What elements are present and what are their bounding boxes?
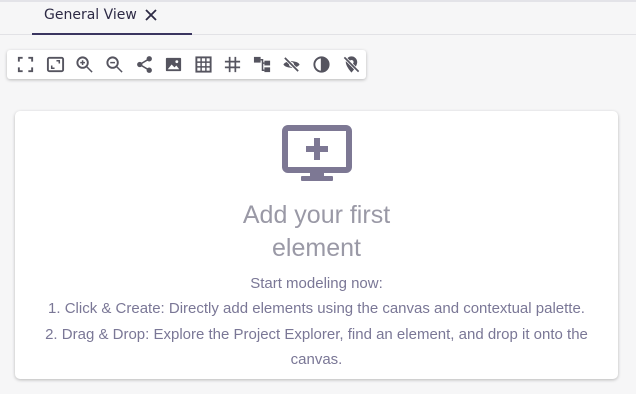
- snap-grid-icon[interactable]: [218, 50, 248, 79]
- fit-selection-icon[interactable]: [41, 50, 71, 79]
- empty-state-card: Add your first element Start modeling no…: [15, 111, 618, 379]
- hide-icon[interactable]: [277, 50, 307, 79]
- tab-general-view[interactable]: General View: [32, 0, 192, 35]
- step-drag-drop-continued: canvas.: [290, 351, 343, 368]
- tree-layout-icon[interactable]: [248, 50, 278, 79]
- close-icon[interactable]: [142, 6, 160, 24]
- active-tab-indicator: [32, 33, 192, 35]
- fit-screen-icon[interactable]: [11, 50, 41, 79]
- title-line-1: Add your first: [242, 201, 391, 229]
- step-drag-drop: 2. Drag & Drop: Explore the Project Expl…: [45, 326, 588, 343]
- contrast-icon[interactable]: [307, 50, 337, 79]
- title-line-2: element: [272, 234, 361, 262]
- tab-bar: General View: [0, 0, 636, 35]
- empty-state-subtitle: Start modeling now:: [250, 275, 383, 292]
- grid-icon[interactable]: [188, 50, 218, 79]
- share-icon[interactable]: [129, 50, 159, 79]
- empty-state-title: Add your first element: [15, 199, 618, 265]
- diagram-toolbar: [7, 50, 366, 79]
- zoom-out-icon[interactable]: [100, 50, 130, 79]
- image-export-icon[interactable]: [159, 50, 189, 79]
- tab-label: General View: [44, 7, 137, 23]
- step-click-create: 1. Click & Create: Directly add elements…: [48, 300, 585, 317]
- pin-off-icon[interactable]: [336, 50, 366, 79]
- add-screen-icon[interactable]: [281, 125, 353, 183]
- zoom-in-icon[interactable]: [70, 50, 100, 79]
